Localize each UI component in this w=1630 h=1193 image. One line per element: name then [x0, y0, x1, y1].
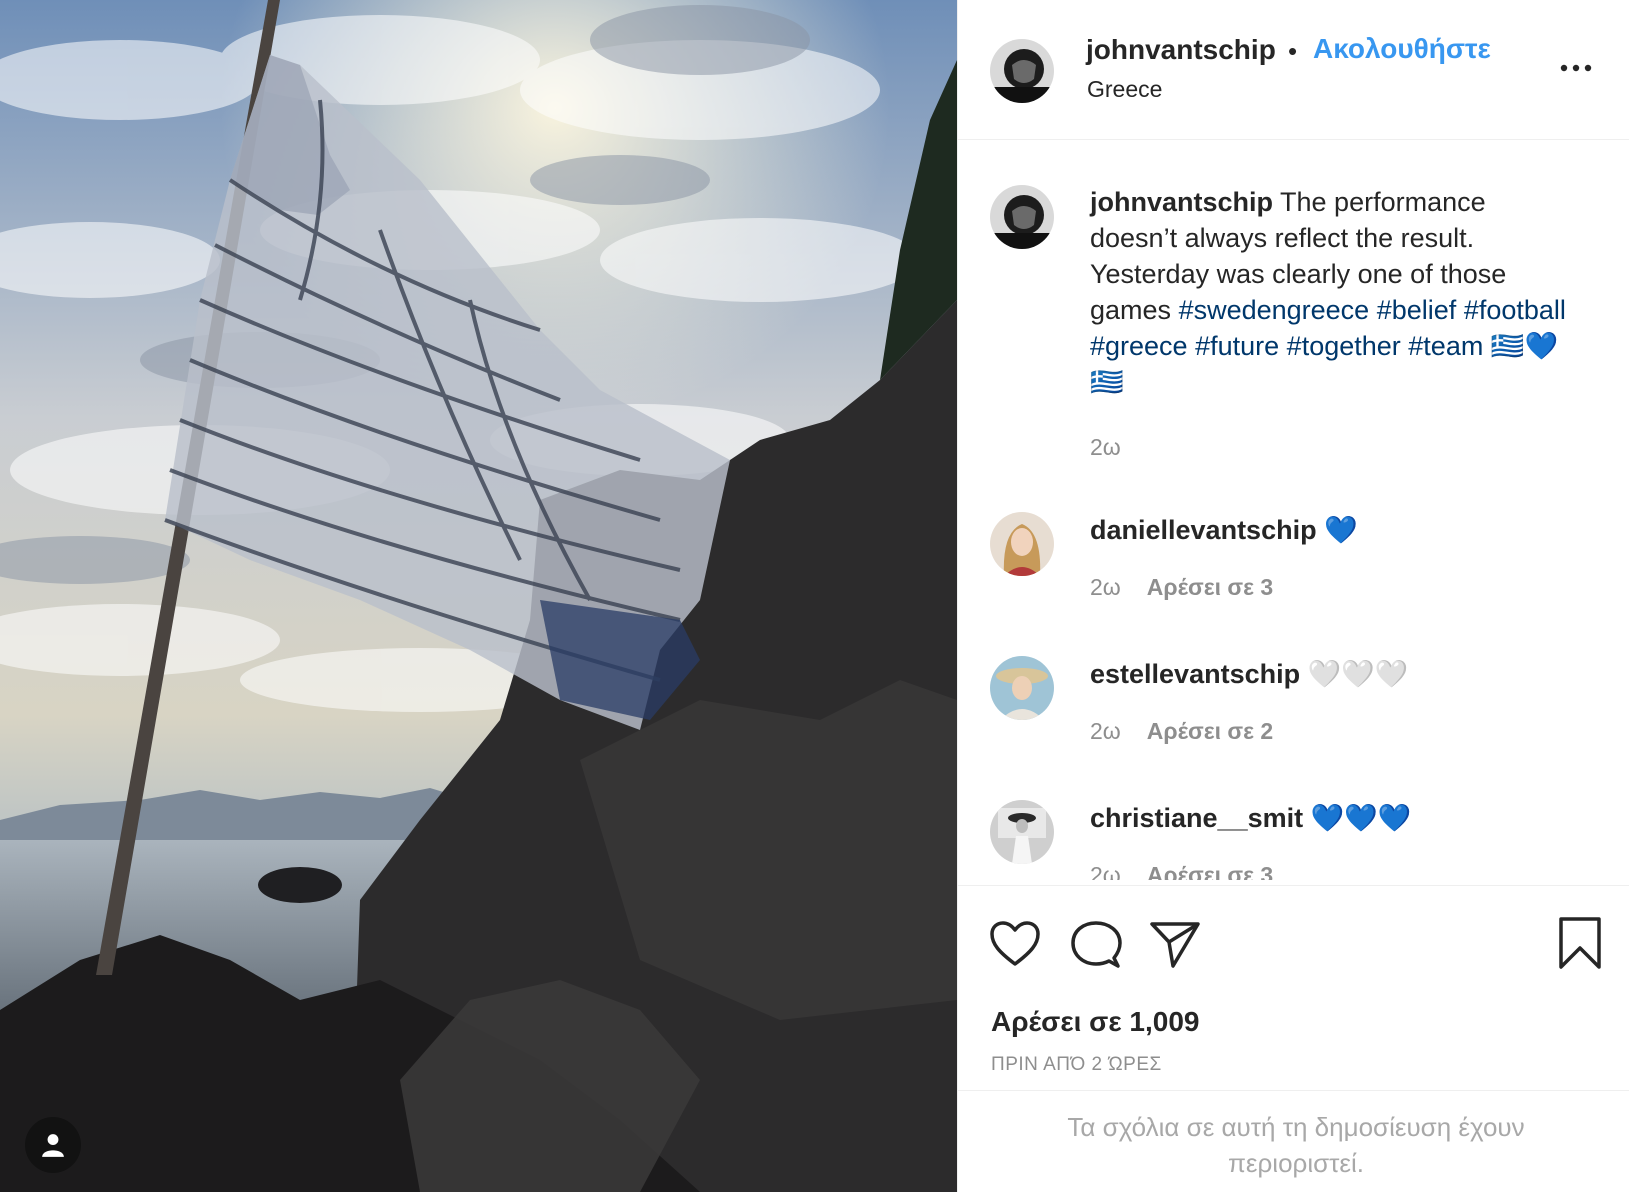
separator-dot: • — [1288, 36, 1298, 66]
comment-avatar[interactable] — [990, 800, 1054, 864]
comment-body: 💙 — [1324, 515, 1358, 545]
comment-likes[interactable]: Αρέσει σε 3 — [1147, 862, 1273, 880]
comment-username[interactable]: daniellevantschip — [1090, 515, 1317, 545]
hashtag[interactable]: #team — [1408, 331, 1483, 361]
post-timestamp[interactable]: ΠΡΙΝ ΑΠΌ 2 ΏΡΕΣ — [991, 1054, 1162, 1076]
share-icon — [1150, 922, 1200, 968]
author-avatar-image — [990, 39, 1054, 103]
caption-avatar-image — [990, 185, 1054, 249]
comment-avatar-image — [990, 512, 1054, 576]
hashtag[interactable]: #football — [1464, 295, 1566, 325]
comment-time[interactable]: 2ω — [1090, 574, 1121, 600]
comment-avatar[interactable] — [990, 512, 1054, 576]
flag-photo-illustration — [0, 0, 957, 1192]
restricted-text: Τα σχόλια σε αυτή τη δημοσίευση έχουν πε… — [1067, 1112, 1525, 1178]
post-actions: Αρέσει σε 1,009 ΠΡΙΝ ΑΠΌ 2 ΏΡΕΣ — [958, 885, 1629, 1075]
share-button[interactable] — [1149, 920, 1201, 973]
more-options-button[interactable] — [1556, 58, 1596, 78]
comment-likes[interactable]: Αρέσει σε 3 — [1147, 574, 1273, 600]
heart-icon — [990, 921, 1040, 966]
hashtag[interactable]: #future — [1195, 331, 1279, 361]
save-button[interactable] — [1558, 916, 1602, 975]
comment-body: 💙💙💙 — [1310, 803, 1412, 833]
comment-avatar[interactable] — [990, 656, 1054, 720]
comments-restricted-notice: Τα σχόλια σε αυτή τη δημοσίευση έχουν πε… — [958, 1090, 1629, 1193]
hashtag[interactable]: #belief — [1377, 295, 1457, 325]
bookmark-icon — [1559, 917, 1601, 969]
like-button[interactable] — [989, 920, 1041, 973]
comment-text: estellevantschip 🤍🤍🤍 — [1090, 656, 1590, 692]
hashtag[interactable]: #together — [1287, 331, 1401, 361]
hashtag[interactable]: #swedengreece — [1179, 295, 1370, 325]
comment-username[interactable]: estellevantschip — [1090, 659, 1300, 689]
comment-username[interactable]: christiane__smit — [1090, 803, 1303, 833]
caption-avatar[interactable] — [990, 185, 1054, 249]
more-horizontal-icon — [1560, 64, 1592, 72]
comment-time[interactable]: 2ω — [1090, 862, 1121, 880]
comments-list[interactable]: johnvantschip The performance doesn’t al… — [958, 140, 1629, 880]
author-username[interactable]: johnvantschip — [1086, 34, 1276, 66]
comment-meta: 2ω Αρέσει σε 2 — [1090, 718, 1273, 745]
comment-body: 🤍🤍🤍 — [1307, 659, 1409, 689]
post-header: johnvantschip • Ακολουθήστε Greece — [958, 0, 1629, 140]
comment-text: christiane__smit 💙💙💙 — [1090, 800, 1590, 836]
comment-icon — [1071, 921, 1122, 968]
location-link[interactable]: Greece — [1087, 76, 1162, 103]
comment-meta: 2ω Αρέσει σε 3 — [1090, 574, 1273, 601]
caption-time[interactable]: 2ω — [1090, 434, 1121, 461]
person-icon — [42, 1134, 64, 1157]
post-photo[interactable] — [0, 0, 957, 1192]
follow-button[interactable]: Ακολουθήστε — [1313, 33, 1491, 65]
caption-username[interactable]: johnvantschip — [1090, 187, 1273, 217]
comment-likes[interactable]: Αρέσει σε 2 — [1147, 718, 1273, 744]
caption: johnvantschip The performance doesn’t al… — [1090, 184, 1570, 400]
comment-button[interactable] — [1070, 920, 1122, 975]
comment-avatar-image — [990, 656, 1054, 720]
comment-time[interactable]: 2ω — [1090, 718, 1121, 744]
comment-text: daniellevantschip 💙 — [1090, 512, 1590, 548]
author-avatar[interactable] — [990, 39, 1054, 103]
comment-meta: 2ω Αρέσει σε 3 — [1090, 862, 1273, 880]
user-tag-button[interactable] — [25, 1117, 81, 1173]
post-sidebar: johnvantschip • Ακολουθήστε Greece johnv… — [957, 0, 1629, 1192]
likes-count[interactable]: Αρέσει σε 1,009 — [991, 1006, 1199, 1038]
hashtag[interactable]: #greece — [1090, 331, 1188, 361]
comment-avatar-image — [990, 800, 1054, 864]
